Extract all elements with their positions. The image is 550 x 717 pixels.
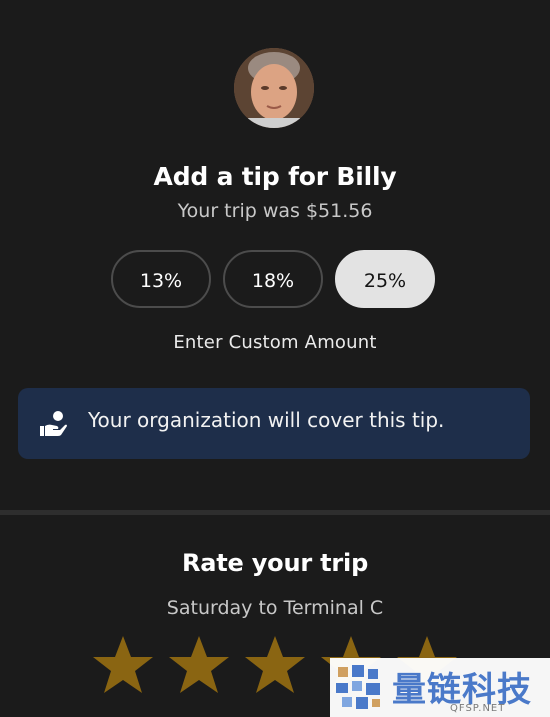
tip-option-25-button[interactable]: 25% [335,250,435,308]
watermark-logo-icon [336,665,380,709]
organization-notice-text: Your organization will cover this tip. [88,408,445,432]
driver-avatar [234,48,314,128]
tip-title: Add a tip for Billy [153,162,397,191]
trip-total: Your trip was $51.56 [177,200,373,222]
section-divider [0,510,550,515]
driver-photo-icon [234,48,314,128]
watermark: 量链科技 QFSP.NET [330,658,550,717]
organization-notice: Your organization will cover this tip. [18,388,530,459]
custom-amount-link[interactable]: Enter Custom Amount [0,332,550,353]
tip-options: 13% 18% 25% [111,250,441,310]
tip-option-18-button[interactable]: 18% [223,250,323,308]
watermark-brand-en: QFSP.NET [450,703,506,714]
star-3-icon[interactable] [244,634,306,696]
hand-with-person-icon [40,411,67,436]
tip-option-13-button[interactable]: 13% [111,250,211,308]
trip-destination: Saturday to Terminal C [166,597,384,619]
tip-section: Add a tip for Billy Your trip was $51.56… [0,0,550,510]
star-2-icon[interactable] [168,634,230,696]
star-1-icon[interactable] [92,634,154,696]
rate-title: Rate your trip [181,549,369,577]
